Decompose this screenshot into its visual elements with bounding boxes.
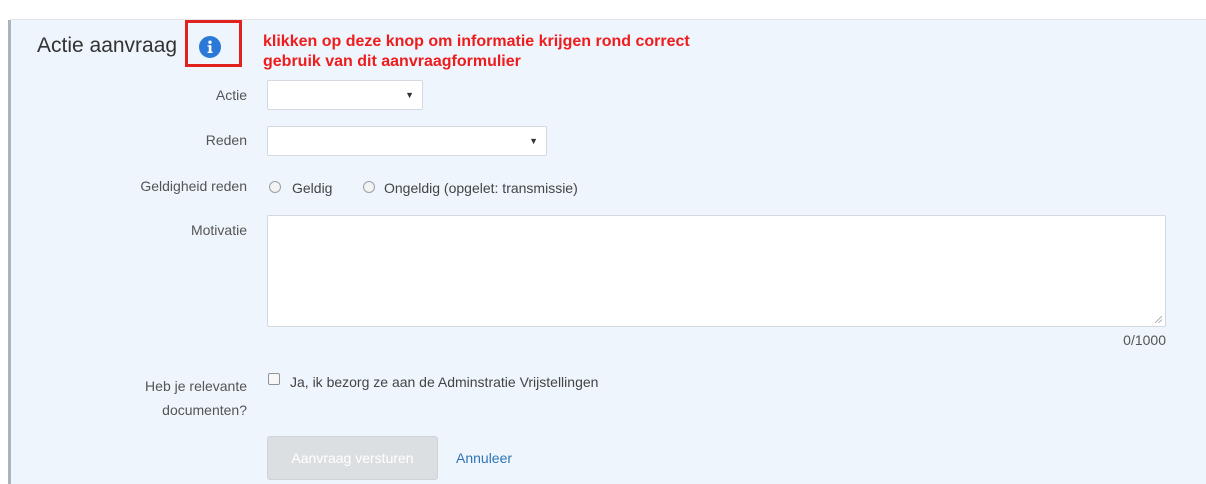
- documenten-checkbox-label[interactable]: Ja, ik bezorg ze aan de Adminstratie Vri…: [290, 374, 598, 390]
- chevron-down-icon: ▼: [405, 90, 414, 100]
- resize-grip-icon[interactable]: [1155, 316, 1162, 323]
- radio-ongeldig-label[interactable]: Ongeldig (opgelet: transmissie): [384, 180, 578, 196]
- highlight-box: [185, 20, 242, 67]
- annotation-text: klikken op deze knop om informatie krijg…: [263, 32, 823, 72]
- geldigheid-label: Geldigheid reden: [140, 178, 247, 194]
- annotation-line-1: klikken op deze knop om informatie krijg…: [263, 33, 690, 50]
- documenten-checkbox[interactable]: [268, 373, 280, 385]
- reden-select[interactable]: ▼: [267, 126, 547, 156]
- character-counter: 0/1000: [1123, 332, 1166, 348]
- reden-label: Reden: [205, 132, 247, 148]
- chevron-down-icon: ▼: [529, 136, 538, 146]
- motivatie-textarea[interactable]: [267, 215, 1166, 327]
- actie-label: Actie: [215, 87, 247, 103]
- documenten-label-line-1: Heb je relevante: [145, 378, 247, 394]
- documenten-label-line-2: documenten?: [162, 402, 247, 418]
- submit-button[interactable]: Aanvraag versturen: [267, 436, 438, 480]
- radio-geldig[interactable]: [269, 181, 281, 193]
- top-strip: [0, 0, 1206, 20]
- radio-ongeldig[interactable]: [363, 181, 375, 193]
- radio-geldig-label[interactable]: Geldig: [292, 180, 332, 196]
- motivatie-label: Motivatie: [190, 222, 247, 238]
- annotation-line-2: gebruik van dit aanvraagformulier: [263, 53, 521, 70]
- cancel-link[interactable]: Annuleer: [456, 450, 512, 466]
- page-title: Actie aanvraag: [37, 34, 178, 57]
- documenten-label: Heb je relevante documenten?: [145, 374, 247, 422]
- actie-select[interactable]: ▼: [267, 80, 423, 110]
